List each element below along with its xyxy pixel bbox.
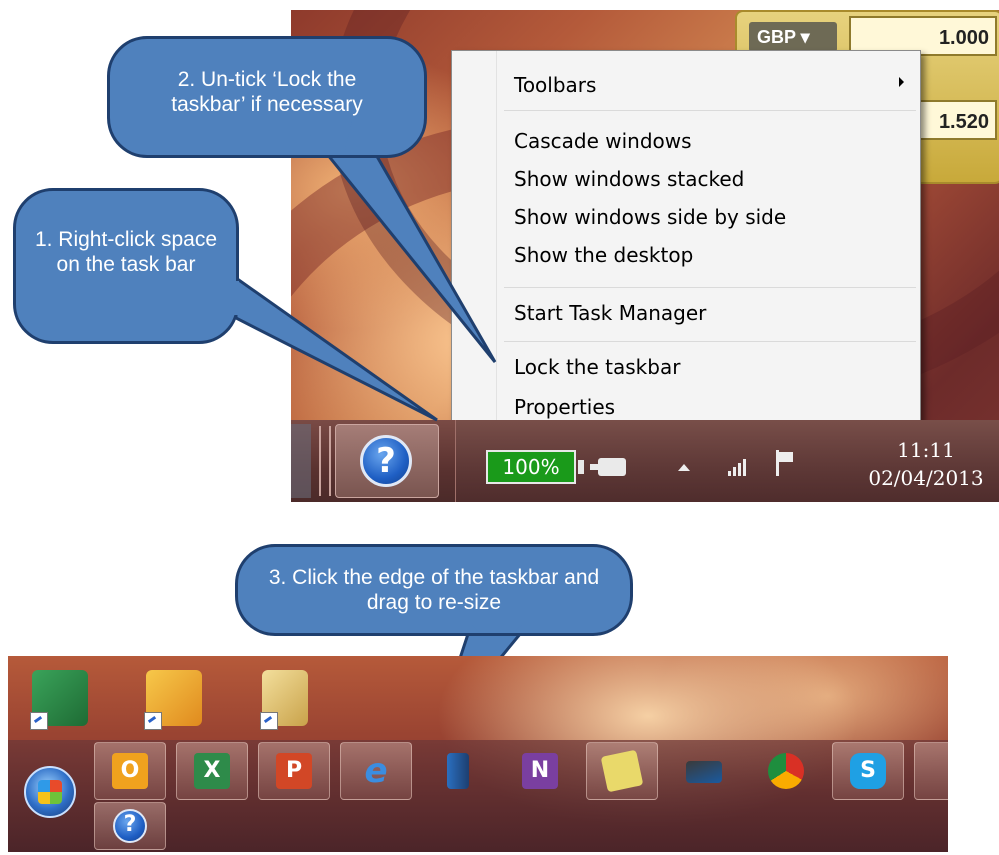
excel-shortcut-icon[interactable] (30, 670, 88, 730)
powerpoint-icon: P (276, 753, 312, 789)
windows-logo-icon (38, 780, 62, 804)
taskbar-button-excel[interactable]: X (176, 742, 248, 800)
taskbar-button-powerpoint[interactable]: P (258, 742, 330, 800)
taskbar-button-internet-explorer[interactable]: e (340, 742, 412, 800)
excel-icon: X (194, 753, 230, 789)
taskbar-button-partial[interactable] (914, 742, 948, 800)
shortcut-arrow-icon (144, 712, 162, 730)
taskbar-button-skype[interactable]: S (832, 742, 904, 800)
taskbar-button-explorer[interactable] (422, 742, 494, 800)
taskbar-button-chrome[interactable] (750, 742, 822, 800)
taskbar-button-onenote[interactable]: N (504, 742, 576, 800)
callout-tail-join (472, 625, 522, 633)
shortcut-arrow-icon (260, 712, 278, 730)
internet-explorer-icon: e (364, 751, 388, 791)
windows-explorer-icon (447, 753, 469, 789)
sticky-notes-icon (600, 749, 644, 793)
desktop-screenshot-bottom: O X P e N S ? (8, 656, 948, 852)
scanner-icon (686, 761, 722, 783)
chrome-icon (768, 753, 804, 789)
outlook-shortcut-icon[interactable] (144, 670, 202, 730)
shortcut-arrow-icon (30, 712, 48, 730)
taskbar-bottom[interactable]: O X P e N S ? (8, 740, 948, 852)
taskbar-button-outlook[interactable]: O (94, 742, 166, 800)
skype-icon: S (850, 753, 886, 789)
taskbar-help-button-small[interactable]: ? (94, 802, 166, 850)
taskbar-button-sticky-notes[interactable] (586, 742, 658, 800)
onenote-icon: N (522, 753, 558, 789)
start-button[interactable] (24, 766, 76, 818)
callout-tail-join (301, 121, 352, 150)
taskbar-button-scanner[interactable] (668, 742, 740, 800)
outlook-icon: O (112, 753, 148, 789)
folder-shortcut-icon[interactable] (260, 670, 308, 730)
help-icon: ? (113, 809, 147, 843)
callout-tail-join (225, 281, 239, 315)
